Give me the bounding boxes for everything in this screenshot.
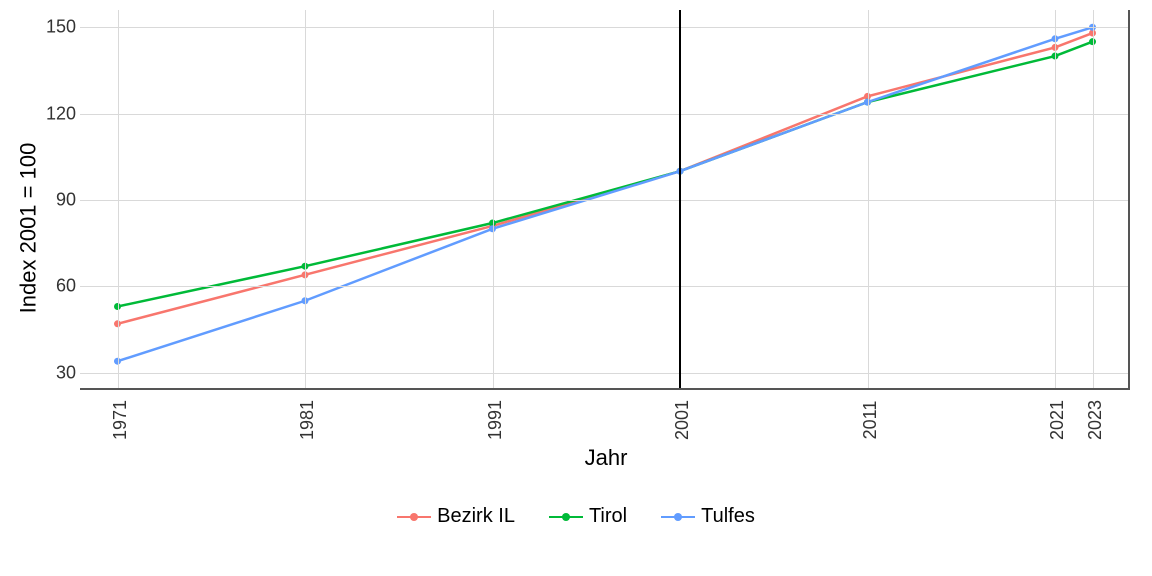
series-line xyxy=(118,42,1093,307)
chart-container: Index 2001 = 100 30 60 90 120 150 1971 1981 19… xyxy=(0,0,1152,576)
x-tick-label: 1981 xyxy=(297,400,318,440)
gridline-h xyxy=(80,200,1128,201)
x-tick-label: 2001 xyxy=(672,400,693,440)
gridline-h xyxy=(80,373,1128,374)
legend-swatch xyxy=(397,516,431,518)
gridline-v xyxy=(305,10,306,388)
gridline-v xyxy=(1055,10,1056,388)
series-layer xyxy=(80,10,1128,388)
x-tick-label: 2023 xyxy=(1085,400,1106,440)
gridline-v xyxy=(1093,10,1094,388)
reference-line xyxy=(679,10,681,388)
x-tick-label: 2021 xyxy=(1047,400,1068,440)
legend-label: Tirol xyxy=(589,505,627,528)
gridline-v xyxy=(493,10,494,388)
y-tick-label: 30 xyxy=(40,362,76,383)
legend-swatch xyxy=(661,516,695,518)
gridline-v xyxy=(868,10,869,388)
y-tick-label: 150 xyxy=(40,17,76,38)
gridline-h xyxy=(80,286,1128,287)
y-tick-label: 60 xyxy=(40,276,76,297)
gridline-h xyxy=(80,27,1128,28)
legend-item: Tirol xyxy=(549,505,627,528)
legend-item: Tulfes xyxy=(661,505,755,528)
x-tick-label: 1991 xyxy=(485,400,506,440)
y-tick-label: 90 xyxy=(40,190,76,211)
x-tick-label: 2011 xyxy=(860,401,881,440)
legend-label: Tulfes xyxy=(701,505,755,528)
x-axis-label: Jahr xyxy=(80,445,1132,471)
plot-area xyxy=(80,10,1130,390)
y-axis-label: Index 2001 = 100 xyxy=(8,0,48,456)
legend-label: Bezirk IL xyxy=(437,505,515,528)
gridline-v xyxy=(118,10,119,388)
legend-swatch xyxy=(549,516,583,518)
legend: Bezirk IL Tirol Tulfes xyxy=(0,505,1152,528)
legend-item: Bezirk IL xyxy=(397,505,515,528)
x-tick-label: 1971 xyxy=(110,400,131,440)
series-line xyxy=(118,27,1093,361)
y-tick-label: 120 xyxy=(40,103,76,124)
gridline-h xyxy=(80,114,1128,115)
